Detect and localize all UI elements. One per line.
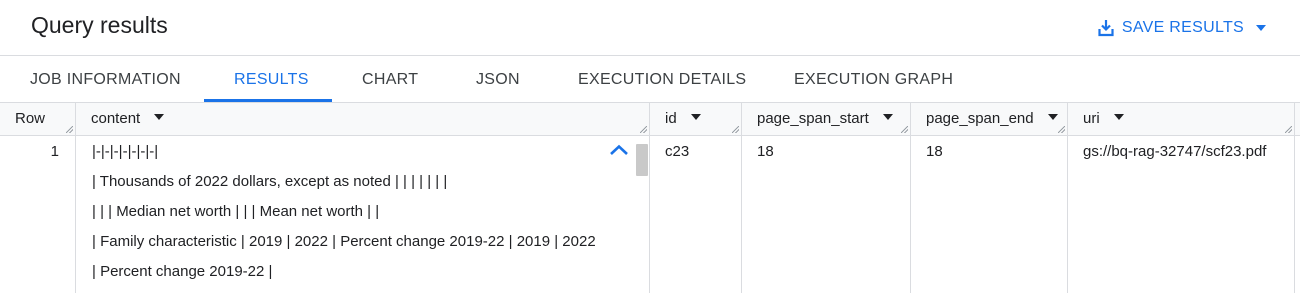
tab-chart[interactable]: CHART [362,57,418,102]
tab-bar: JOB INFORMATION RESULTS CHART JSON EXECU… [0,57,1300,103]
content-line: | Family characteristic | 2019 | 2022 | … [92,233,596,250]
uri-cell: gs://bq-rag-32747/scf23.pdf [1068,136,1295,293]
column-header-label: uri [1083,110,1100,127]
sort-arrow-icon[interactable] [1047,114,1058,121]
resize-handle[interactable] [640,126,647,133]
column-header-label: content [91,110,141,127]
column-header-label: id [665,110,677,127]
column-header-label: Row [15,110,46,127]
active-tab-indicator [204,99,332,102]
content-line: | | | Median net worth | | | Mean net wo… [92,203,380,220]
cell-scrollbar[interactable] [636,144,648,176]
caret-down-icon [1256,25,1266,31]
column-header-uri[interactable]: uri [1068,103,1295,135]
collapse-chevron-icon[interactable] [609,144,629,156]
results-table: Row content id page_span_start page_span… [0,103,1300,293]
resize-handle[interactable] [1285,126,1292,133]
download-icon [1098,19,1114,37]
id-cell: c23 [650,136,742,293]
save-results-button[interactable]: SAVE RESULTS [1098,15,1266,41]
column-header-label: page_span_start [757,110,869,127]
resize-handle[interactable] [732,126,739,133]
column-header-page-span-end[interactable]: page_span_end [911,103,1068,135]
column-header-id[interactable]: id [650,103,742,135]
column-header-label: page_span_end [926,110,1034,127]
resize-handle[interactable] [901,126,908,133]
save-results-label: SAVE RESULTS [1121,19,1244,36]
page-span-end-cell: 18 [911,136,1068,293]
tab-execution-graph[interactable]: EXECUTION GRAPH [794,57,953,102]
tab-results[interactable]: RESULTS [234,57,309,102]
content-line: | Percent change 2019-22 | [92,263,273,280]
sort-arrow-icon[interactable] [690,114,701,121]
resize-handle[interactable] [66,126,73,133]
tab-execution-details[interactable]: EXECUTION DETAILS [578,57,746,102]
sort-arrow-icon[interactable] [154,114,165,121]
content-cell[interactable]: |-|-|-|-|-|-|-| | Thousands of 2022 doll… [76,136,650,293]
page-span-start-cell: 18 [742,136,911,293]
tab-job-information[interactable]: JOB INFORMATION [30,57,181,102]
table-header-row: Row content id page_span_start page_span… [0,103,1300,136]
resize-handle[interactable] [1058,126,1065,133]
column-header-content[interactable]: content [76,103,650,135]
row-number-cell: 1 [0,136,76,293]
content-line: | Thousands of 2022 dollars, except as n… [92,173,448,190]
column-header-row: Row [0,103,76,135]
sort-arrow-icon[interactable] [882,114,893,121]
results-header: Query results SAVE RESULTS [0,0,1300,56]
content-line: |-|-|-|-|-|-|-| [92,143,159,160]
table-row: 1 |-|-|-|-|-|-|-| | Thousands of 2022 do… [0,136,1300,293]
column-header-page-span-start[interactable]: page_span_start [742,103,911,135]
sort-arrow-icon[interactable] [1113,114,1124,121]
page-title: Query results [31,12,168,38]
tab-json[interactable]: JSON [476,57,520,102]
